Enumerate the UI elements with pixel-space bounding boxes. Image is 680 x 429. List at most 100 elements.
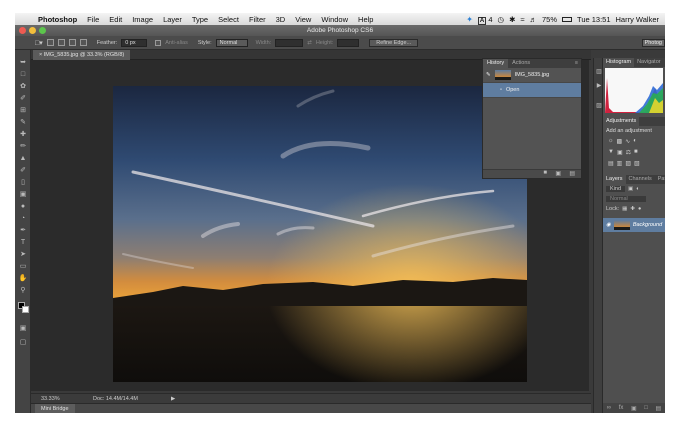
filter-kind-select[interactable]: Kind xyxy=(606,186,626,192)
layer-background-row[interactable]: ◉ Background xyxy=(603,218,665,232)
menu-layer[interactable]: Layer xyxy=(158,15,187,24)
close-window-button[interactable] xyxy=(19,27,26,34)
curves-icon[interactable]: ∿ xyxy=(625,138,630,145)
close-tab-icon[interactable]: × xyxy=(39,52,42,58)
tab-paths[interactable]: Paths xyxy=(655,175,665,184)
pen-tool-icon[interactable]: ✒ xyxy=(18,226,28,235)
tab-histogram[interactable]: Histogram xyxy=(603,58,635,67)
threshold-icon[interactable]: ▨ xyxy=(625,160,631,167)
balance-icon[interactable]: ⚖ xyxy=(626,149,631,156)
lasso-tool-icon[interactable]: ✿ xyxy=(18,82,28,91)
style-select[interactable]: Normal xyxy=(215,38,248,47)
tab-adjustments[interactable]: Adjustments xyxy=(603,117,640,126)
feather-input[interactable]: 0 px xyxy=(121,38,148,47)
marquee-tool-icon[interactable]: □ xyxy=(18,70,28,79)
menu-edit[interactable]: Edit xyxy=(104,15,127,24)
bluetooth-icon[interactable]: ✱ xyxy=(509,15,515,24)
menu-image[interactable]: Image xyxy=(127,15,158,24)
bw-icon[interactable]: ■ xyxy=(634,149,638,156)
shape-tool-icon[interactable]: ▭ xyxy=(18,262,28,271)
tab-channels[interactable]: Channels xyxy=(626,175,655,184)
mini-bridge-tab[interactable]: Mini Bridge xyxy=(35,404,75,413)
zoom-tool-icon[interactable]: ⚲ xyxy=(18,286,28,295)
menu-view[interactable]: View xyxy=(290,15,316,24)
antialias-checkbox[interactable] xyxy=(155,39,162,46)
menu-filter[interactable]: Filter xyxy=(244,15,271,24)
clock-icon[interactable]: ◷ xyxy=(498,15,505,24)
history-snapshot[interactable]: ✎ IMG_5835.jpg xyxy=(483,68,581,83)
link-layers-icon[interactable]: ∞ xyxy=(607,405,611,411)
visibility-eye-icon[interactable]: ◉ xyxy=(606,222,611,228)
crop-tool-icon[interactable]: ⊞ xyxy=(18,106,28,115)
menu-window[interactable]: Window xyxy=(316,15,353,24)
hand-tool-icon[interactable]: ✋ xyxy=(18,274,28,283)
tab-layers[interactable]: Layers xyxy=(603,175,626,184)
brush-tool-icon[interactable]: ✏ xyxy=(18,142,28,151)
height-input[interactable] xyxy=(337,38,360,47)
vibrance-icon[interactable]: ▼ xyxy=(608,149,614,156)
dodge-tool-icon[interactable]: ◔ xyxy=(18,214,28,223)
new-selection-icon[interactable] xyxy=(46,39,54,46)
invert-icon[interactable]: ▤ xyxy=(608,160,614,167)
lock-position-icon[interactable]: ✚ xyxy=(630,206,635,212)
user-name[interactable]: Harry Walker xyxy=(616,15,659,24)
brightness-icon[interactable]: ☼ xyxy=(608,138,614,145)
add-mask-icon[interactable]: ▣ xyxy=(631,405,637,412)
marquee-preset-icon[interactable]: □▾ xyxy=(35,39,43,47)
exposure-icon[interactable]: ◐ xyxy=(633,138,637,145)
panel-menu-icon[interactable]: ≡ xyxy=(575,59,581,68)
trash-icon[interactable]: ▤ xyxy=(569,170,575,177)
hue-icon[interactable]: ▣ xyxy=(617,149,623,156)
menu-help[interactable]: Help xyxy=(353,15,378,24)
tab-history[interactable]: History xyxy=(483,59,509,68)
new-layer-icon[interactable]: □ xyxy=(644,405,648,411)
tab-actions[interactable]: Actions xyxy=(508,59,534,68)
battery-percent[interactable]: 75% xyxy=(542,15,557,24)
workspace-switcher[interactable]: Photog xyxy=(641,38,665,47)
delete-layer-icon[interactable]: ▤ xyxy=(655,405,661,412)
quick-select-icon[interactable]: ✐ xyxy=(18,94,28,103)
fx-icon[interactable]: fx xyxy=(619,405,624,411)
screen-mode-icon[interactable]: ▢ xyxy=(18,338,28,347)
menu-file[interactable]: File xyxy=(82,15,104,24)
intersect-selection-icon[interactable] xyxy=(79,39,87,46)
add-selection-icon[interactable] xyxy=(57,39,65,46)
type-tool-icon[interactable]: T xyxy=(18,238,28,247)
history-panel-icon[interactable]: ▥ xyxy=(595,68,603,76)
history-step[interactable]: ▫ Open xyxy=(483,83,581,98)
quick-mask-icon[interactable]: ▣ xyxy=(18,324,28,333)
menu-type[interactable]: Type xyxy=(187,15,213,24)
filter-pixel-icon[interactable]: ▣ xyxy=(628,186,633,192)
properties-panel-icon[interactable]: ▨ xyxy=(595,102,603,110)
lock-pixels-icon[interactable]: ▦ xyxy=(622,206,627,212)
document-tab[interactable]: × IMG_5835.jpg @ 33.3% (RGB/8) xyxy=(33,50,131,60)
levels-icon[interactable]: ▩ xyxy=(617,138,623,145)
menu-select[interactable]: Select xyxy=(213,15,244,24)
gradient-tool-icon[interactable]: ▣ xyxy=(18,190,28,199)
clock-time[interactable]: Tue 13:51 xyxy=(577,15,611,24)
camera-icon[interactable]: ▣ xyxy=(555,170,561,177)
path-select-icon[interactable]: ➤ xyxy=(18,250,28,259)
healing-tool-icon[interactable]: ✚ xyxy=(18,130,28,139)
move-tool-icon[interactable]: ➥ xyxy=(18,58,28,67)
menu-3d[interactable]: 3D xyxy=(271,15,291,24)
adobe-badge[interactable]: A 4 xyxy=(477,15,493,25)
subtract-selection-icon[interactable] xyxy=(68,39,76,46)
blur-tool-icon[interactable]: ● xyxy=(18,202,28,211)
tab-navigator[interactable]: Navigator xyxy=(634,58,664,67)
new-document-icon[interactable]: ■ xyxy=(543,170,547,176)
lock-all-icon[interactable]: ● xyxy=(638,206,641,212)
blend-mode-select[interactable]: Normal xyxy=(606,196,646,202)
posterize-icon[interactable]: ▥ xyxy=(617,160,623,167)
background-color-swatch[interactable] xyxy=(22,306,29,313)
width-input[interactable] xyxy=(275,38,304,47)
eyedropper-tool-icon[interactable]: ✎ xyxy=(18,118,28,127)
swap-icon[interactable]: ⇄ xyxy=(307,40,312,46)
volume-icon[interactable]: ♬ xyxy=(530,15,538,24)
menu-app[interactable]: Photoshop xyxy=(33,15,82,24)
actions-panel-icon[interactable]: ▶ xyxy=(595,82,603,90)
refine-edge-button[interactable]: Refine Edge... xyxy=(369,38,419,47)
filter-adjust-icon[interactable]: ◐ xyxy=(636,186,639,192)
twitter-icon[interactable]: ✦ xyxy=(466,15,473,24)
wifi-icon[interactable]: ≈ xyxy=(520,15,524,24)
